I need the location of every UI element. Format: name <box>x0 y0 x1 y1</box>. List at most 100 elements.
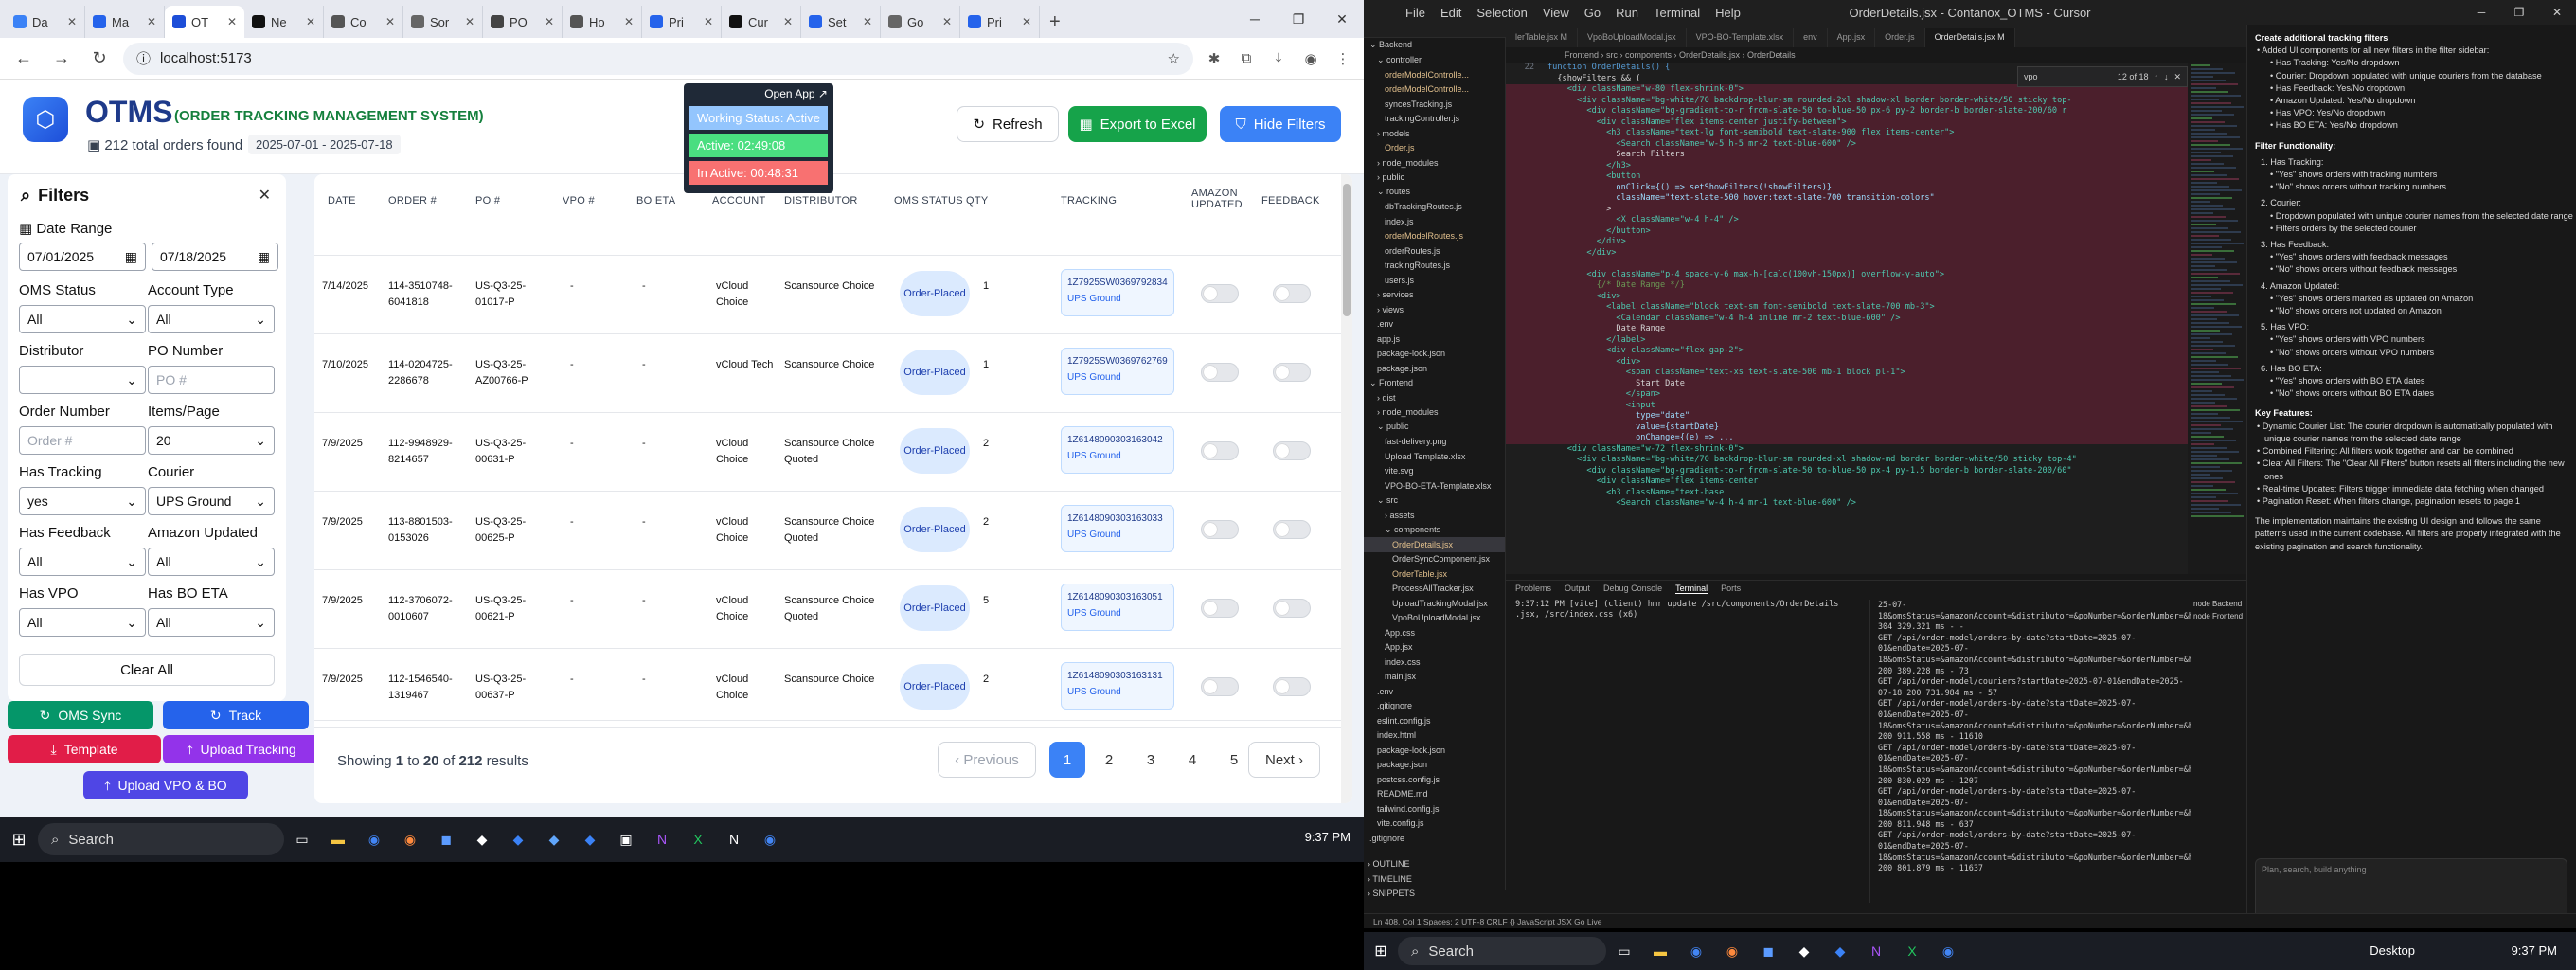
feedback-toggle[interactable] <box>1273 441 1311 460</box>
excel-icon[interactable]: X <box>1895 934 1929 968</box>
taskbar-search[interactable]: ⌕ Search <box>38 823 284 855</box>
page-button[interactable]: 3 <box>1133 742 1169 778</box>
new-tab-button[interactable]: + <box>1040 6 1070 38</box>
upload-vpo-button[interactable]: ⤒ Upload VPO & BO <box>83 771 248 799</box>
feedback-toggle[interactable] <box>1273 284 1311 303</box>
windows-start-icon[interactable]: ⊞ <box>1364 932 1398 970</box>
terminal-tab[interactable]: Debug Console <box>1603 584 1662 593</box>
amazon-updated-toggle[interactable] <box>1201 677 1239 696</box>
cursor-app-icon[interactable]: ◆ <box>465 822 499 856</box>
editor-tab[interactable]: lerTable.jsx M <box>1506 28 1579 47</box>
reload-icon[interactable]: ↻ <box>85 45 114 73</box>
notion-icon[interactable]: N <box>717 822 751 856</box>
explorer-item[interactable]: UploadTrackingModal.jsx <box>1364 596 1505 611</box>
menu-item[interactable]: Edit <box>1440 6 1461 20</box>
menu-item[interactable]: Go <box>1584 6 1601 20</box>
tab-close-icon[interactable]: ✕ <box>783 15 793 28</box>
feedback-toggle[interactable] <box>1273 677 1311 696</box>
amazon-updated-toggle[interactable] <box>1201 363 1239 382</box>
amazon-updated-toggle[interactable] <box>1201 599 1239 618</box>
explorer-item[interactable]: › services <box>1364 288 1505 303</box>
menu-item[interactable]: Selection <box>1476 6 1527 20</box>
firefox-icon[interactable]: ◉ <box>393 822 427 856</box>
clear-all-button[interactable]: Clear All <box>19 654 275 686</box>
open-app-link[interactable]: Open App ↗ <box>689 87 828 100</box>
chrome-icon[interactable]: ◉ <box>1931 934 1965 968</box>
previous-page-button[interactable]: ‹ Previous <box>938 742 1036 778</box>
firefox-icon[interactable]: ◉ <box>1715 934 1749 968</box>
explorer-item[interactable]: › assets <box>1364 508 1505 523</box>
tracking-box[interactable]: 1Z6148090303163051 UPS Ground <box>1061 584 1174 631</box>
oms-sync-button[interactable]: ↻ OMS Sync <box>8 701 153 729</box>
feedback-toggle[interactable] <box>1273 599 1311 618</box>
explorer-item[interactable]: README.md <box>1364 787 1505 802</box>
tab-close-icon[interactable]: ✕ <box>545 15 554 28</box>
explorer-item[interactable]: vite.config.js <box>1364 817 1505 832</box>
browser-tab[interactable]: Ne ✕ <box>244 6 324 38</box>
page-button[interactable]: 2 <box>1091 742 1127 778</box>
page-button[interactable]: 1 <box>1049 742 1085 778</box>
tab-close-icon[interactable]: ✕ <box>227 15 237 28</box>
browser-tab[interactable]: Pri ✕ <box>960 6 1040 38</box>
explorer-item[interactable]: fast-delivery.png <box>1364 435 1505 450</box>
browser-tab[interactable]: PO ✕ <box>483 6 563 38</box>
browser-tab[interactable]: Co ✕ <box>324 6 403 38</box>
menu-item[interactable]: View <box>1543 6 1569 20</box>
editor-tab[interactable]: VpoBoUploadModal.jsx <box>1578 28 1687 47</box>
chrome-icon[interactable]: ◉ <box>1679 934 1713 968</box>
explorer-item[interactable]: .gitignore <box>1364 699 1505 714</box>
explorer-section[interactable]: › TIMELINE <box>1364 871 1505 887</box>
export-excel-button[interactable]: ▦ Export to Excel <box>1068 106 1207 142</box>
end-date-input[interactable]: 07/18/2025 ▦ <box>152 242 278 271</box>
table-scrollbar[interactable] <box>1341 174 1352 803</box>
menu-item[interactable]: Terminal <box>1654 6 1700 20</box>
tracking-box[interactable]: 1Z6148090303163131 UPS Ground <box>1061 662 1174 710</box>
explorer-item[interactable]: postcss.config.js <box>1364 772 1505 787</box>
windows-start-icon[interactable]: ⊞ <box>0 817 38 862</box>
explorer-item[interactable]: OrderSyncComponent.jsx <box>1364 552 1505 567</box>
task-view-icon[interactable]: ▭ <box>1607 934 1641 968</box>
explorer-item[interactable]: App.css <box>1364 625 1505 640</box>
editor-tab[interactable]: Order.js <box>1875 28 1925 47</box>
browser-tab[interactable]: Pri ✕ <box>642 6 722 38</box>
explorer-item[interactable]: VpoBoUploadModal.jsx <box>1364 611 1505 626</box>
browser-tab[interactable]: Ho ✕ <box>563 6 642 38</box>
terminal-tab[interactable]: Problems <box>1515 584 1551 593</box>
explorer-item[interactable]: trackingRoutes.js <box>1364 259 1505 274</box>
explorer-item[interactable]: › node_modules <box>1364 155 1505 171</box>
find-input[interactable]: vpo <box>2024 72 2038 81</box>
editor-tab[interactable]: OrderDetails.jsx M <box>1924 28 2015 47</box>
menu-dots-icon[interactable]: ⋮ <box>1332 47 1354 70</box>
tab-close-icon[interactable]: ✕ <box>704 15 713 28</box>
close-icon[interactable]: ✕ <box>2174 72 2181 82</box>
minimap[interactable] <box>2188 63 2246 574</box>
upload-tracking-button[interactable]: ⤒ Upload Tracking <box>163 735 320 763</box>
amazon-updated-toggle[interactable] <box>1201 284 1239 303</box>
bookmark-star-icon[interactable]: ☆ <box>1168 50 1180 67</box>
terminal-tab[interactable]: Terminal <box>1675 584 1708 594</box>
explorer-item[interactable]: ProcessAllTracker.jsx <box>1364 582 1505 597</box>
tab-close-icon[interactable]: ✕ <box>385 15 395 28</box>
chrome-icon[interactable]: ◉ <box>753 822 787 856</box>
amazon-updated-toggle[interactable] <box>1201 520 1239 539</box>
page-button[interactable]: 5 <box>1216 742 1252 778</box>
profile-icon[interactable]: ◉ <box>1299 47 1322 70</box>
forward-icon[interactable]: → <box>47 45 76 73</box>
explorer-item[interactable]: package.json <box>1364 758 1505 773</box>
explorer-item[interactable]: .gitignore <box>1364 831 1505 846</box>
explorer-item[interactable]: › node_modules <box>1364 405 1505 421</box>
amazon-updated-select[interactable]: All ⌄ <box>148 548 275 576</box>
app-icon[interactable]: ◆ <box>501 822 535 856</box>
browser-tab[interactable]: Ma ✕ <box>85 6 165 38</box>
oms-status-select[interactable]: All ⌄ <box>19 305 146 333</box>
amazon-updated-toggle[interactable] <box>1201 441 1239 460</box>
taskbar-search[interactable]: ⌕ Search <box>1398 937 1606 965</box>
terminal-tab[interactable]: Ports <box>1721 584 1741 593</box>
explorer-item[interactable]: index.html <box>1364 728 1505 744</box>
find-widget[interactable]: vpo 12 of 18 ↑ ↓ ✕ <box>2017 66 2188 87</box>
menu-item[interactable]: Help <box>1715 6 1741 20</box>
explorer-section[interactable]: › SNIPPETS <box>1364 887 1505 902</box>
explorer-item[interactable]: package-lock.json <box>1364 743 1505 758</box>
explorer-item[interactable]: index.css <box>1364 655 1505 670</box>
explorer-item[interactable]: package-lock.json <box>1364 347 1505 362</box>
